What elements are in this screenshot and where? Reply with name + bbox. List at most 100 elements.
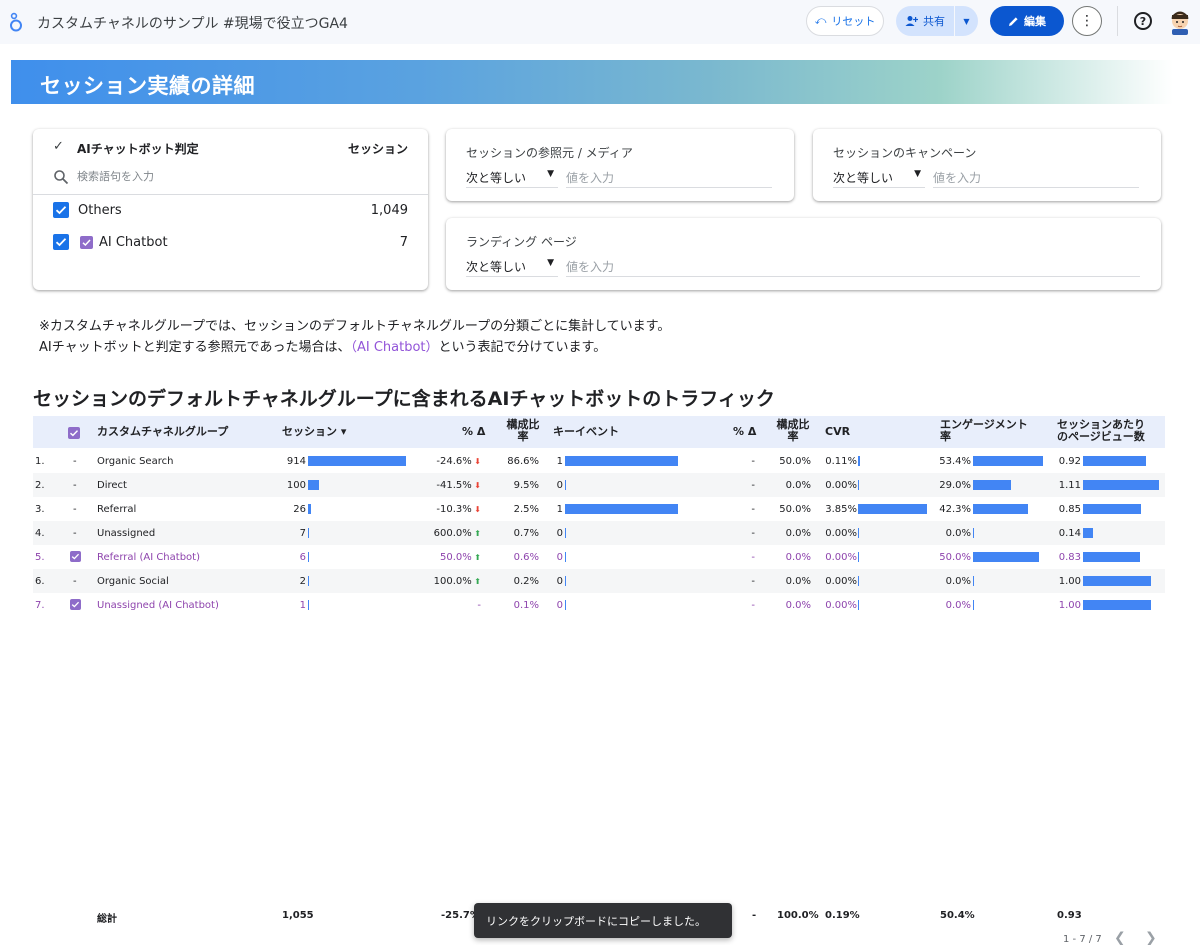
table-row[interactable]: 3. - Referral 26 -10.3% ⬇ 2.5% 1 - 50.0% 3.85% 42.… [33, 497, 1165, 521]
key-events-value: 0 [556, 600, 563, 611]
key-events-share: 0.0% [785, 528, 811, 539]
table-row[interactable]: 1. - Organic Search 914 -24.6% ⬇ 86.6% 1 - 50.0%… [33, 449, 1165, 473]
sessions-value: 914 [286, 456, 306, 467]
looker-studio-logo-icon[interactable] [9, 12, 23, 32]
share-dropdown-button[interactable]: ▼ [955, 6, 978, 36]
column-header-cvr[interactable]: CVR [825, 426, 850, 438]
column-header-channel[interactable]: カスタムチャネルグループ [97, 426, 228, 438]
sessions-value: 26 [293, 504, 306, 515]
column-header-engagement[interactable]: エンゲージメント 率 [940, 419, 1028, 443]
column-header-key-events[interactable]: キーイベント [553, 426, 619, 438]
filter-metric-label: セッション [347, 142, 408, 156]
delta-value: -41.5% [436, 480, 472, 491]
ai-chatbot-check-icon [80, 236, 93, 249]
sessions-share: 86.6% [507, 456, 539, 467]
channel-name[interactable]: Unassigned (AI Chatbot) [97, 600, 219, 611]
column-header-key-events-share[interactable]: 構成比 率 [773, 419, 813, 443]
select-all-check-icon[interactable]: ✓ [53, 139, 64, 154]
filter-option-ai-chatbot[interactable]: AI Chatbot 7 [33, 229, 428, 257]
value-input[interactable]: 値を入力 [566, 169, 772, 188]
channel-name[interactable]: Referral [97, 504, 136, 515]
help-icon[interactable]: ? [1134, 12, 1152, 30]
delta-value: 100.0% [433, 576, 472, 587]
column-header-pageviews[interactable]: セッションあたり のページビュー数 [1057, 419, 1145, 443]
table-row[interactable]: 6. - Organic Social 2 100.0% ⬆ 0.2% 0 - 0.0% 0.00… [33, 569, 1165, 593]
cvr-value: 0.00% [825, 552, 857, 563]
key-events-delta: - [751, 456, 755, 467]
key-events-delta: - [751, 552, 755, 563]
filter-search [33, 163, 428, 195]
cvr-value: 0.00% [825, 480, 857, 491]
cvr-bar [858, 480, 859, 490]
key-events-delta: - [751, 528, 755, 539]
key-events-bar [565, 456, 678, 466]
sessions-share: 0.2% [513, 576, 539, 587]
operator-select[interactable]: 次と等しい ▼ [833, 169, 925, 188]
avatar[interactable] [1168, 9, 1192, 35]
share-button[interactable]: 共有 [896, 6, 954, 36]
checkbox-checked[interactable] [53, 202, 69, 218]
channel-name[interactable]: Organic Social [97, 576, 169, 587]
note-line: AIチャットボットと判定する参照元であった場合は、（AI Chatbot）という… [39, 340, 607, 355]
column-header-sessions[interactable]: セッション ▾ [282, 426, 346, 438]
ai-chatbot-check-icon [70, 599, 81, 610]
value-input[interactable]: 値を入力 [933, 169, 1139, 188]
chevron-right-icon[interactable]: ❯ [1145, 930, 1157, 945]
column-header-share[interactable]: 構成比 率 [503, 419, 543, 443]
engagement-value: 0.0% [945, 528, 971, 539]
channel-name[interactable]: Referral (AI Chatbot) [97, 552, 200, 563]
checkbox-checked[interactable] [53, 234, 69, 250]
sessions-bar [308, 552, 309, 562]
sessions-delta: 100.0% ⬆ [413, 576, 481, 587]
value-input[interactable]: 値を入力 [566, 258, 1140, 277]
operator-select[interactable]: 次と等しい ▼ [466, 169, 558, 188]
reset-button[interactable]: ⤺ リセット [806, 6, 884, 36]
delta-value: - [477, 600, 481, 611]
sessions-bar [308, 504, 311, 514]
chevron-left-icon[interactable]: ❮ [1114, 930, 1126, 945]
edit-button[interactable]: 編集 [990, 6, 1064, 36]
totals-key-events-share: 100.0% [777, 910, 819, 921]
key-events-delta: - [751, 600, 755, 611]
arrow-down-icon: ⬇ [471, 505, 481, 514]
ai-column-check-icon [68, 427, 80, 439]
channel-name[interactable]: Organic Search [97, 456, 173, 467]
source-medium-filter: セッションの参照元 / メディア 次と等しい ▼ 値を入力 [446, 129, 794, 201]
arrow-up-icon: ⬆ [471, 577, 481, 586]
pageviews-value: 1.00 [1058, 600, 1081, 611]
table-row[interactable]: 5. Referral (AI Chatbot) 6 50.0% ⬆ 0.6% 0 - 0.0… [33, 545, 1165, 569]
engagement-value: 0.0% [945, 576, 971, 587]
ai-flag: - [73, 576, 77, 587]
table-title: セッションのデフォルトチャネルグループに含まれるAIチャットボットのトラフィック [33, 388, 775, 410]
sessions-delta: 600.0% ⬆ [413, 528, 481, 539]
key-events-bar [565, 480, 566, 490]
arrow-down-icon: ⬇ [471, 457, 481, 466]
table-row[interactable]: 7. Unassigned (AI Chatbot) 1 - 0.1% 0 - 0.0% 0.0… [33, 593, 1165, 617]
sessions-bar [308, 528, 309, 538]
cvr-bar [858, 552, 859, 562]
totals-pageviews: 0.93 [1057, 910, 1082, 921]
pageviews-value: 1.11 [1058, 480, 1081, 491]
key-events-value: 1 [556, 504, 563, 515]
ai-flag: - [73, 528, 77, 539]
filter-search-input[interactable] [77, 170, 377, 183]
key-events-share: 50.0% [779, 456, 811, 467]
note-line: ※カスタムチャネルグループでは、セッションのデフォルトチャネルグループの分類ごと… [39, 319, 671, 334]
filter-option-others[interactable]: Others 1,049 [33, 197, 428, 225]
column-header-delta[interactable]: % Δ [462, 426, 485, 438]
column-header-key-events-delta[interactable]: % Δ [733, 426, 756, 438]
more-options-button[interactable]: ⋮ [1072, 6, 1102, 36]
filter-title: セッションの参照元 / メディア [466, 146, 633, 160]
table-row[interactable]: 2. - Direct 100 -41.5% ⬇ 9.5% 0 - 0.0% 0.00% 29.0%… [33, 473, 1165, 497]
table-row[interactable]: 4. - Unassigned 7 600.0% ⬆ 0.7% 0 - 0.0% 0.00% 0.0… [33, 521, 1165, 545]
cvr-bar [858, 600, 859, 610]
pageviews-value: 1.00 [1058, 576, 1081, 587]
cvr-value: 0.00% [825, 600, 857, 611]
channel-name[interactable]: Direct [97, 480, 127, 491]
row-index: 2. [35, 480, 45, 491]
key-events-bar [565, 600, 566, 610]
key-events-share: 0.0% [785, 600, 811, 611]
sessions-delta: -24.6% ⬇ [413, 456, 481, 467]
channel-name[interactable]: Unassigned [97, 528, 155, 539]
operator-select[interactable]: 次と等しい ▼ [466, 258, 558, 277]
